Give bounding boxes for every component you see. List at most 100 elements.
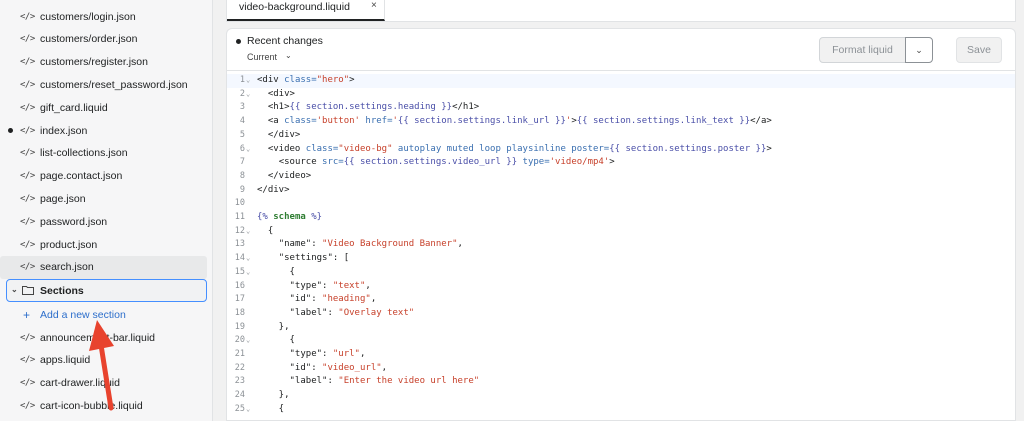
format-options-dropdown[interactable]: ⌄: [905, 37, 933, 63]
code-line: 13 "name": "Video Background Banner",: [227, 238, 1015, 252]
file-item[interactable]: </> customers/login.json: [0, 5, 207, 28]
file-item[interactable]: </> cart-drawer.liquid: [0, 372, 207, 395]
chevron-down-icon[interactable]: ⌄: [285, 51, 292, 60]
code-line: 20 ⌄ {: [227, 334, 1015, 348]
code-text: <div>: [267, 88, 295, 99]
code-text: "id": "video_url",: [289, 362, 388, 373]
code-line: 14 ⌄ "settings": [: [227, 252, 1015, 266]
code-line: 12 ⌄ {: [227, 225, 1015, 239]
file-item[interactable]: </> announcement-bar.liquid: [0, 326, 207, 349]
file-item[interactable]: </> list-collections.json: [0, 142, 207, 165]
code-text: "id": "heading",: [289, 294, 377, 305]
code-file-icon: </>: [20, 57, 35, 68]
file-name: announcement-bar.liquid: [40, 331, 155, 344]
code-file-icon: </>: [20, 171, 35, 182]
code-file-icon: </>: [20, 102, 35, 113]
fold-chevron-icon[interactable]: ⌄: [246, 74, 250, 88]
code-line: 9 </div>: [227, 184, 1015, 198]
line-number: 3: [239, 102, 245, 113]
code-line: 1 ⌄ <div class="hero">: [227, 74, 1015, 88]
tab-video-background[interactable]: video-background.liquid ×: [227, 0, 385, 21]
file-item[interactable]: </> customers/order.json: [0, 28, 207, 51]
fold-chevron-icon[interactable]: ⌄: [246, 143, 250, 157]
file-item[interactable]: </> customers/reset_password.json: [0, 73, 207, 96]
code-file-icon: </>: [20, 79, 35, 90]
chevron-down-icon: ⌄: [11, 285, 18, 294]
line-number: 15: [234, 266, 245, 277]
code-line: 15 ⌄ {: [227, 266, 1015, 280]
code-text: "settings": [: [278, 253, 350, 264]
file-item[interactable]: </> customers/register.json: [0, 51, 207, 74]
file-item[interactable]: </> password.json: [0, 210, 207, 233]
code-text: <div class="hero">: [257, 75, 355, 85]
code-file-icon: </>: [20, 11, 35, 22]
code-text: "type": "text",: [289, 280, 371, 291]
code-text: </div>: [267, 129, 301, 140]
code-file-icon: </>: [20, 148, 35, 159]
code-text: </div>: [257, 184, 290, 195]
fold-chevron-icon[interactable]: ⌄: [246, 225, 250, 239]
code-file-icon: </>: [20, 216, 35, 227]
line-number: 12: [234, 225, 245, 236]
code-line: 22 "id": "video_url",: [227, 362, 1015, 376]
code-file-icon: </>: [20, 34, 35, 45]
line-number: 23: [234, 376, 245, 387]
line-number: 16: [234, 280, 245, 291]
file-item[interactable]: </> product.json: [0, 233, 207, 256]
theme-code-editor: </> customers/login.json </> customers/orde…: [0, 0, 1024, 421]
file-item[interactable]: </> gift_card.liquid: [0, 96, 207, 119]
line-number: 21: [234, 349, 245, 359]
file-item[interactable]: </> search.json: [0, 255, 207, 279]
line-number: 1: [239, 75, 245, 85]
code-line: 2 ⌄ <div>: [227, 88, 1015, 102]
fold-chevron-icon[interactable]: ⌄: [246, 403, 250, 417]
code-file-icon: </>: [20, 332, 35, 343]
code-line: 23 "label": "Enter the video url here": [227, 375, 1015, 389]
unsaved-dot-icon: [236, 39, 241, 44]
file-item[interactable]: </> page.json: [0, 187, 207, 210]
folder-sections[interactable]: ⌄ Sections: [6, 279, 207, 302]
fold-chevron-icon[interactable]: ⌄: [246, 266, 250, 280]
code-text: <video class="video-bg" autoplay muted l…: [267, 143, 772, 154]
close-icon[interactable]: ×: [371, 0, 377, 11]
code-text: "name": "Video Background Banner",: [278, 239, 463, 250]
file-item[interactable]: </> index.json: [0, 119, 207, 142]
code-line: 18 "label": "Overlay text": [227, 307, 1015, 321]
file-name: index.json: [40, 124, 88, 137]
code-text: {: [257, 403, 285, 414]
code-line: 11 {% schema %}: [227, 211, 1015, 225]
line-number: 25: [234, 403, 245, 414]
file-sidebar: </> customers/login.json </> customers/orde…: [0, 0, 213, 421]
current-version-selector[interactable]: Current: [247, 52, 277, 62]
recent-changes-label[interactable]: Recent changes: [247, 35, 323, 47]
code-text: <h1>{{ section.settings.heading }}</h1>: [267, 102, 480, 113]
file-item[interactable]: </> cart-icon-bubble.liquid: [0, 394, 207, 417]
line-number: 8: [239, 170, 245, 181]
code-line: 19 },: [227, 321, 1015, 335]
line-number: 7: [239, 157, 245, 168]
code-line: 4 <a class='button' href='{{ section.set…: [227, 115, 1015, 129]
add-new-section-link[interactable]: + Add a new section: [0, 303, 207, 326]
file-name: page.contact.json: [40, 170, 123, 183]
format-liquid-button[interactable]: Format liquid: [819, 37, 906, 63]
chevron-down-icon: ⌄: [915, 45, 923, 55]
code-line: 21 "type": "url",: [227, 348, 1015, 362]
fold-chevron-icon[interactable]: ⌄: [246, 88, 250, 102]
line-number: 5: [239, 129, 245, 140]
fold-chevron-icon[interactable]: ⌄: [246, 334, 250, 348]
file-name: page.json: [40, 192, 86, 205]
file-name: list-collections.json: [40, 147, 128, 160]
line-number: 19: [234, 321, 245, 332]
add-section-label: Add a new section: [40, 308, 126, 321]
code-line: 6 ⌄ <video class="video-bg" autoplay mute…: [227, 143, 1015, 157]
save-button[interactable]: Save: [956, 37, 1002, 63]
code-text: "label": "Overlay text": [289, 307, 415, 318]
file-name: customers/register.json: [40, 56, 148, 69]
code-editor[interactable]: 1 ⌄ <div class="hero"> 2 ⌄ <div> 3 <h1>{{ sec…: [227, 72, 1015, 420]
fold-chevron-icon[interactable]: ⌄: [246, 252, 250, 266]
file-item[interactable]: </> page.contact.json: [0, 165, 207, 188]
folder-name: Sections: [40, 284, 84, 297]
code-text: "type": "url",: [289, 349, 366, 359]
file-item[interactable]: </> apps.liquid: [0, 349, 207, 372]
code-text: {: [257, 225, 274, 236]
